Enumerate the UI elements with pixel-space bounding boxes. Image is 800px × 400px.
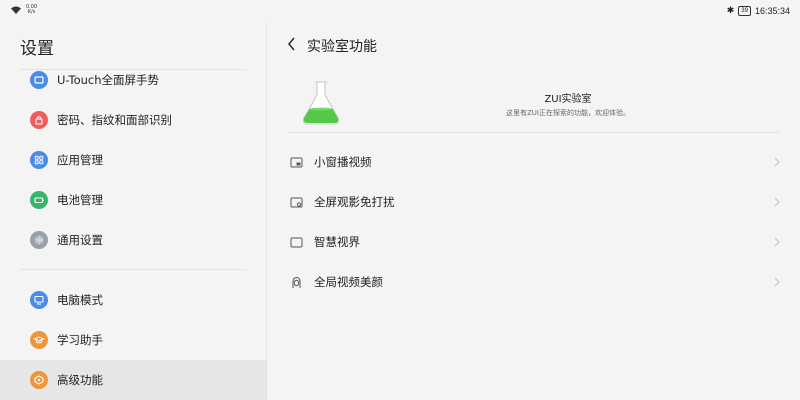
battery-icon <box>30 191 48 209</box>
graduation-cap-icon <box>30 331 48 349</box>
sidebar-item-battery[interactable]: 电池管理 <box>0 180 266 220</box>
row-label: 智慧视界 <box>314 235 360 249</box>
gesture-icon <box>30 71 48 89</box>
divider <box>288 132 780 133</box>
screen-settings-icon <box>290 196 303 209</box>
status-bar: 0.00 K/s ✱ 39 16:35:34 <box>0 0 800 22</box>
chevron-right-icon <box>774 237 780 247</box>
sidebar-item-advanced[interactable]: 高级功能 <box>0 360 266 400</box>
row-label: 全屏观影免打扰 <box>314 195 395 209</box>
row-label: 小窗播视频 <box>314 155 372 169</box>
sidebar-item-label: 学习助手 <box>57 333 103 347</box>
face-icon <box>290 276 303 289</box>
sidebar-item-general[interactable]: 通用设置 <box>0 220 266 260</box>
network-speed-unit: K/s <box>27 9 36 15</box>
lab-features-pane: 实验室功能 ZUI实验室 这里有ZUI正在探索的功能，欢迎体验。 小窗播视频 全… <box>268 22 800 400</box>
page-title: 设置 <box>20 39 54 59</box>
clock: 16:35:34 <box>754 5 790 16</box>
row-smart-view[interactable]: 智慧视界 <box>288 222 784 262</box>
section-title: 实验室功能 <box>307 39 377 55</box>
bluetooth-icon: ✱ <box>726 5 735 15</box>
row-fullscreen-no-disturb[interactable]: 全屏观影免打扰 <box>288 182 784 222</box>
row-mini-window-video[interactable]: 小窗播视频 <box>288 142 784 182</box>
sidebar-item-utouch[interactable]: U-Touch全面屏手势 <box>0 60 266 100</box>
divider <box>20 269 246 270</box>
sidebar-item-label: 高级功能 <box>57 373 103 387</box>
wifi-icon <box>11 6 21 14</box>
row-label: 全局视频美颜 <box>314 275 383 289</box>
gear-icon <box>30 231 48 249</box>
lock-icon <box>30 111 48 129</box>
lab-name: ZUI实验室 <box>544 94 592 105</box>
sidebar-item-label: 应用管理 <box>57 153 103 167</box>
sidebar-item-pc-mode[interactable]: 电脑模式 <box>0 280 266 320</box>
sidebar-item-study[interactable]: 学习助手 <box>0 320 266 360</box>
network-speed: 0.00 K/s <box>26 5 37 15</box>
mini-window-icon <box>290 156 303 169</box>
sidebar-item-label: 电池管理 <box>57 193 103 207</box>
sidebar-item-security[interactable]: 密码、指纹和面部识别 <box>0 100 266 140</box>
sidebar-item-label: 电脑模式 <box>57 293 103 307</box>
advanced-icon <box>30 371 48 389</box>
settings-sidebar: 设置 U-Touch全面屏手势 密码、指纹和面部识别 应用管理 电池管理 通用设… <box>0 22 267 400</box>
desktop-icon <box>30 291 48 309</box>
screen-icon <box>290 236 303 249</box>
status-right: ✱ 39 16:35:34 <box>727 5 790 16</box>
apps-icon <box>30 151 48 169</box>
status-left: 0.00 K/s <box>10 5 37 15</box>
sidebar-item-label: 通用设置 <box>57 233 103 247</box>
sidebar-item-label: U-Touch全面屏手势 <box>57 73 160 87</box>
chevron-right-icon <box>774 277 780 287</box>
flask-icon <box>302 81 340 125</box>
chevron-right-icon <box>774 157 780 167</box>
back-arrow-icon[interactable] <box>286 36 298 52</box>
row-video-beauty[interactable]: 全局视频美颜 <box>288 262 784 302</box>
sidebar-item-apps[interactable]: 应用管理 <box>0 140 266 180</box>
lab-description: 这里有ZUI正在探索的功能，欢迎体验。 <box>506 109 630 117</box>
sidebar-item-label: 密码、指纹和面部识别 <box>57 113 172 127</box>
battery-level: 39 <box>738 5 751 16</box>
chevron-right-icon <box>774 197 780 207</box>
